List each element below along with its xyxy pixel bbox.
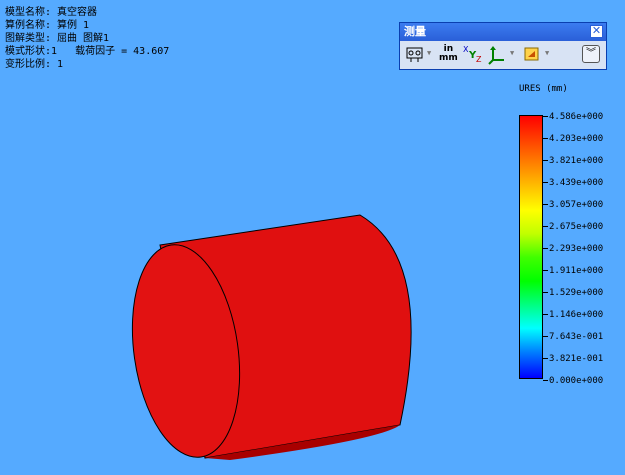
legend-label: 3.821e-001 xyxy=(549,354,604,364)
legend-title: URES (mm) xyxy=(519,84,568,94)
legend-tick xyxy=(543,380,548,381)
legend-label: 3.439e+000 xyxy=(549,178,604,188)
legend-tick xyxy=(543,182,548,183)
legend-label: 0.000e+000 xyxy=(549,376,604,386)
legend-tick xyxy=(543,358,548,359)
legend-label: 1.146e+000 xyxy=(549,310,604,320)
legend-label: 4.203e+000 xyxy=(549,134,604,144)
legend-label: 4.586e+000 xyxy=(549,112,604,122)
legend-label: 1.911e+000 xyxy=(549,266,604,276)
legend-label: 2.293e+000 xyxy=(549,244,604,254)
legend-label: 3.057e+000 xyxy=(549,200,604,210)
legend-label: 7.643e-001 xyxy=(549,332,604,342)
legend-label: 1.529e+000 xyxy=(549,288,604,298)
color-scale-bar xyxy=(519,115,543,379)
legend-label: 2.675e+000 xyxy=(549,222,604,232)
legend-tick xyxy=(543,226,548,227)
legend-tick xyxy=(543,270,548,271)
legend-tick xyxy=(543,292,548,293)
legend-tick xyxy=(543,336,548,337)
legend-tick xyxy=(543,314,548,315)
legend-tick xyxy=(543,138,548,139)
legend-tick xyxy=(543,248,548,249)
legend-tick xyxy=(543,116,548,117)
legend-label: 3.821e+000 xyxy=(549,156,604,166)
legend-tick xyxy=(543,204,548,205)
legend-tick xyxy=(543,160,548,161)
